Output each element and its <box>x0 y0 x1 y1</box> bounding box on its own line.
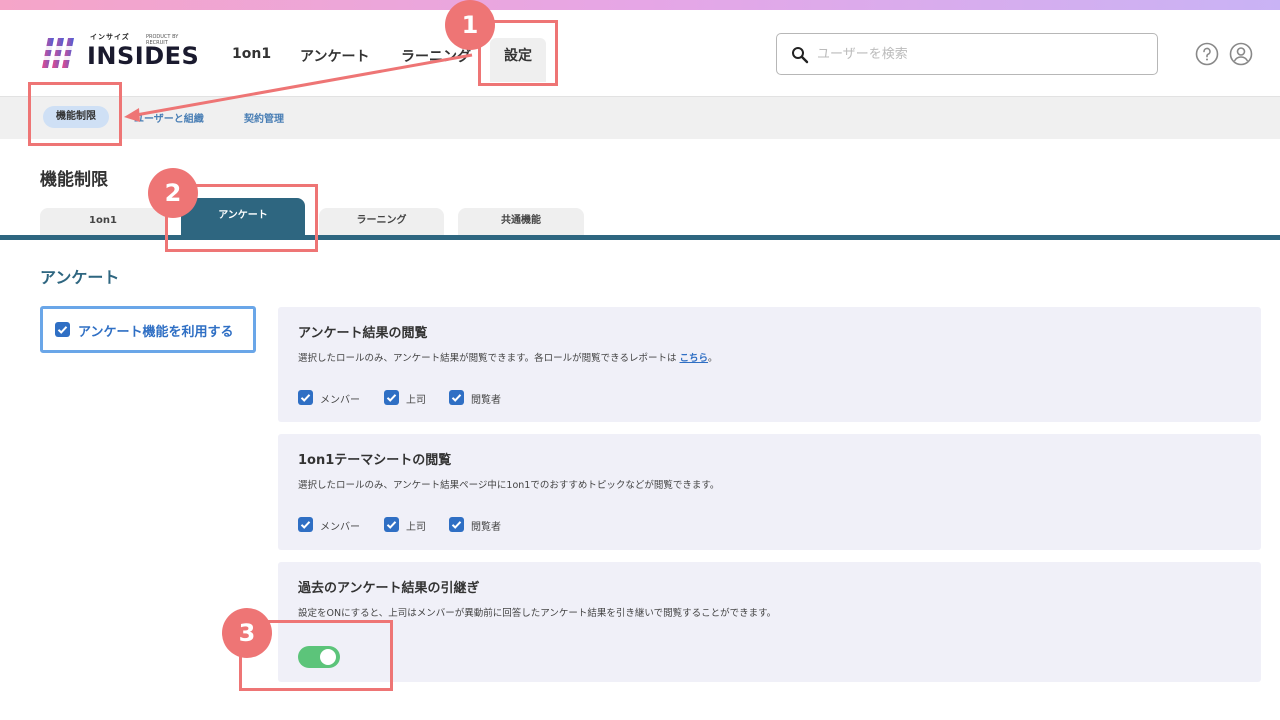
reports-link[interactable]: こちら <box>680 353 709 364</box>
user-account-icon[interactable] <box>1229 42 1253 66</box>
role-label: 上司 <box>406 395 426 406</box>
logo-text: INSIDES <box>87 42 200 70</box>
annotation-marker-3: 3 <box>222 608 272 658</box>
tab-1on1[interactable]: 1on1 <box>40 208 166 236</box>
page-title: 機能制限 <box>40 170 108 190</box>
nav-survey[interactable]: アンケート <box>300 46 369 66</box>
nav-1on1[interactable]: 1on1 <box>232 46 271 62</box>
role-label: 閲覧者 <box>471 522 501 533</box>
role-label: メンバー <box>320 395 360 406</box>
search-icon <box>792 47 809 64</box>
panel-title: アンケート結果の閲覧 <box>298 326 428 341</box>
logo-mark-icon <box>42 38 80 68</box>
subnav-contract[interactable]: 契約管理 <box>244 110 284 125</box>
panel-description: 選択したロールのみ、アンケート結果が閲覧できます。各ロールが閲覧できるレポートは… <box>298 350 718 364</box>
feature-enable-box[interactable]: アンケート機能を利用する <box>40 306 256 353</box>
panel-description: 設定をONにすると、上司はメンバーが異動前に回答したアンケート結果を引き継いで閲… <box>298 608 777 619</box>
panel-title: 1on1テーマシートの閲覧 <box>298 453 452 468</box>
tab-learning[interactable]: ラーニング <box>319 208 444 236</box>
annotation-marker-2: 2 <box>148 168 198 218</box>
annotation-box-feature-restriction <box>28 82 122 146</box>
settings-subnav: 機能制限 ユーザーと組織 契約管理 <box>0 97 1280 139</box>
role-member-checkbox[interactable] <box>298 390 313 405</box>
role-label: メンバー <box>320 522 360 533</box>
annotation-marker-1: 1 <box>445 0 495 50</box>
role-viewer-checkbox[interactable] <box>449 390 464 405</box>
panel-theme-sheet: 1on1テーマシートの閲覧 選択したロールのみ、アンケート結果ページ中に1on1… <box>278 434 1261 550</box>
feature-enable-label: アンケート機能を利用する <box>78 325 234 340</box>
panel-description: 選択したロールのみ、アンケート結果ページ中に1on1でのおすすめトピックなどが閲… <box>298 480 720 491</box>
subnav-users-org[interactable]: ユーザーと組織 <box>134 110 204 125</box>
section-title: アンケート <box>40 268 120 287</box>
role-label: 上司 <box>406 522 426 533</box>
feature-enable-checkbox[interactable] <box>55 322 70 337</box>
panel-survey-results: アンケート結果の閲覧 選択したロールのみ、アンケート結果が閲覧できます。各ロール… <box>278 307 1261 422</box>
app-header: インサイズ PRODUCT BY RECRUIT INSIDES 1on1 アン… <box>0 10 1280 97</box>
top-gradient-bar <box>0 0 1280 10</box>
panel-result-transfer: 過去のアンケート結果の引継ぎ 設定をONにすると、上司はメンバーが異動前に回答し… <box>278 562 1261 682</box>
panel-desc-text: 選択したロールのみ、アンケート結果が閲覧できます。各ロールが閲覧できるレポートは <box>298 353 677 364</box>
logo-kana: インサイズ <box>90 33 130 41</box>
role-viewer-checkbox[interactable] <box>449 517 464 532</box>
role-manager-checkbox[interactable] <box>384 517 399 532</box>
search-input[interactable] <box>817 44 1137 64</box>
help-icon[interactable] <box>1195 42 1219 66</box>
insides-logo[interactable]: インサイズ PRODUCT BY RECRUIT INSIDES <box>42 33 199 74</box>
user-search-box[interactable] <box>776 33 1158 75</box>
role-manager-checkbox[interactable] <box>384 390 399 405</box>
role-member-checkbox[interactable] <box>298 517 313 532</box>
panel-title: 過去のアンケート結果の引継ぎ <box>298 581 480 596</box>
nav-learning[interactable]: ラーニング <box>401 46 471 66</box>
tab-common[interactable]: 共通機能 <box>458 208 584 236</box>
panel-desc-end: 。 <box>708 353 718 364</box>
role-label: 閲覧者 <box>471 395 501 406</box>
